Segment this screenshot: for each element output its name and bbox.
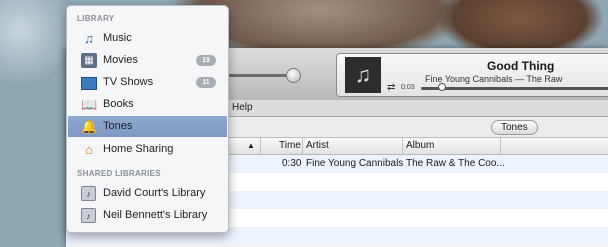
sidebar-item-movies[interactable]: ▦ Movies 19 — [68, 50, 227, 71]
sidebar-item-label: Books — [103, 98, 134, 110]
song-title: Good Thing — [487, 59, 555, 73]
sidebar-item-neil-library[interactable]: ♪ Neil Bennett's Library — [68, 205, 227, 226]
sidebar-item-label: Neil Bennett's Library — [103, 209, 208, 221]
music-note-icon: ♫ — [84, 31, 94, 46]
sidebar-item-label: Home Sharing — [103, 143, 174, 155]
sidebar-item-label: Tones — [103, 120, 133, 132]
tones-filter-button[interactable]: Tones — [491, 120, 538, 135]
repeat-icon[interactable]: ⇄ — [387, 82, 395, 93]
book-icon: 📖 — [81, 97, 98, 112]
album-art-icon: ♫ — [345, 57, 381, 93]
column-separator — [500, 138, 501, 154]
track-album: The Raw & The Coo... — [406, 158, 505, 169]
sidebar-item-tones[interactable]: 🔔 Tones — [68, 116, 227, 137]
playback-progress-bar[interactable] — [421, 87, 608, 90]
column-separator — [302, 138, 303, 154]
track-time: 0:30 — [282, 158, 302, 169]
shared-library-icon: ♪ — [81, 186, 96, 201]
sidebar-item-books[interactable]: 📖 Books — [68, 94, 227, 115]
count-badge: 19 — [196, 55, 216, 66]
movies-icon: ▦ — [81, 53, 97, 68]
column-separator — [402, 138, 403, 154]
bell-icon: 🔔 — [81, 119, 98, 134]
column-header-time[interactable]: Time — [279, 140, 301, 151]
column-header-artist[interactable]: Artist — [306, 140, 329, 151]
sidebar-item-label: Music — [103, 32, 132, 44]
shared-library-icon: ♪ — [81, 208, 96, 223]
library-heading: LIBRARY — [77, 14, 115, 23]
home-icon: ⌂ — [85, 142, 93, 157]
shared-libraries-heading: SHARED LIBRARIES — [77, 169, 161, 178]
sidebar-item-tv-shows[interactable]: TV Shows 11 — [68, 72, 227, 93]
sidebar-item-label: TV Shows — [103, 76, 154, 88]
column-header-album[interactable]: Album — [406, 140, 434, 151]
menu-help[interactable]: Help — [232, 102, 253, 113]
volume-knob[interactable] — [286, 68, 301, 83]
tv-icon — [81, 77, 97, 90]
sidebar-item-home-sharing[interactable]: ⌂ Home Sharing — [68, 139, 227, 160]
song-artist-album: Fine Young Cannibals — The Raw — [425, 74, 563, 84]
count-badge: 11 — [196, 77, 216, 88]
sidebar-item-label: Movies — [103, 54, 138, 66]
source-list-popover: LIBRARY ♫ Music ▦ Movies 19 TV Shows 11 … — [66, 5, 229, 233]
now-playing-display: ♫ Good Thing Fine Young Cannibals — The … — [336, 53, 608, 97]
track-artist: Fine Young Cannibals — [306, 158, 404, 169]
column-separator — [260, 138, 261, 154]
sidebar-item-david-library[interactable]: ♪ David Court's Library — [68, 183, 227, 204]
sidebar-item-label: David Court's Library — [103, 187, 206, 199]
sort-arrow-icon[interactable]: ▲ — [247, 141, 255, 150]
sidebar-item-music[interactable]: ♫ Music — [68, 28, 227, 49]
playback-scrubber[interactable] — [438, 83, 446, 91]
elapsed-time: 0:03 — [401, 84, 415, 91]
